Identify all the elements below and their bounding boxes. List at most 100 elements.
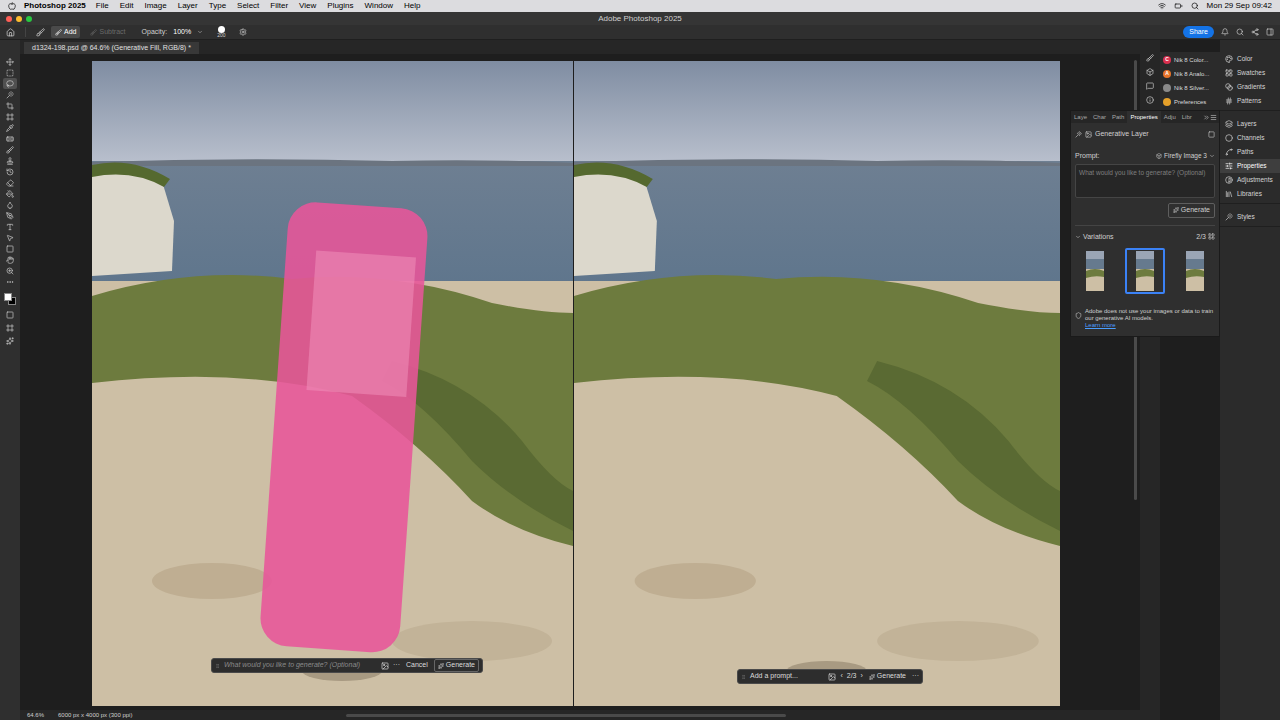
more-button[interactable]: ···	[912, 671, 919, 682]
dock-item[interactable]: Styles	[1220, 210, 1280, 224]
plugin-item[interactable]: CNik 8 Color...	[1160, 53, 1220, 67]
color-swatches[interactable]	[4, 293, 16, 305]
variation-thumbnail[interactable]	[1125, 248, 1165, 294]
panel-strip-icon[interactable]	[1146, 82, 1154, 90]
dock-item[interactable]: Color	[1220, 52, 1280, 66]
canvas-photo[interactable]	[574, 61, 1060, 706]
brush-size[interactable]: 200	[217, 26, 225, 38]
learn-more-link[interactable]: Learn more	[1085, 322, 1215, 329]
variation-thumbnail[interactable]	[1184, 248, 1206, 294]
menu-item[interactable]: Select	[237, 0, 259, 12]
menu-item[interactable]: View	[299, 0, 316, 12]
dock-item[interactable]: Adjustments	[1220, 173, 1280, 187]
dock-item[interactable]: Swatches	[1220, 66, 1280, 80]
horizontal-scrollbar[interactable]	[346, 714, 786, 717]
canvas-photo[interactable]	[92, 61, 573, 706]
tool-button[interactable]	[3, 89, 17, 100]
tool-button[interactable]	[3, 78, 17, 89]
grid-view-icon[interactable]	[1208, 233, 1215, 240]
layer-options-icon[interactable]	[1208, 131, 1215, 138]
panel-tab[interactable]: Char	[1090, 111, 1109, 123]
prompt-input[interactable]: Add a prompt...	[750, 671, 824, 682]
reference-image-icon[interactable]	[828, 673, 836, 681]
generate-button[interactable]: Generate	[867, 671, 908, 682]
zoom-button[interactable]	[26, 16, 32, 22]
home-icon[interactable]	[6, 28, 15, 37]
previous-variation[interactable]: ‹	[840, 671, 842, 682]
tool-button[interactable]	[3, 67, 17, 78]
generate-button[interactable]: Generate	[1168, 203, 1215, 218]
menu-item[interactable]: Window	[365, 0, 393, 12]
panel-menu-icon[interactable]	[1210, 114, 1217, 121]
share-icon[interactable]	[1251, 28, 1259, 36]
tool-button[interactable]	[3, 111, 17, 122]
dock-item[interactable]: Libraries	[1220, 187, 1280, 201]
tool-button[interactable]	[3, 166, 17, 177]
prompt-input[interactable]: What would you like to generate? (Option…	[224, 660, 377, 671]
variations-header[interactable]: Variations2/3	[1075, 232, 1215, 243]
generate-button[interactable]: Generate	[434, 659, 479, 672]
menu-item[interactable]: Help	[404, 0, 420, 12]
tool-button[interactable]	[3, 100, 17, 111]
tool-button[interactable]	[3, 210, 17, 221]
tool-button[interactable]	[3, 122, 17, 133]
grip-icon[interactable]	[741, 673, 746, 681]
cancel-button[interactable]: Cancel	[404, 660, 430, 671]
opacity-dropdown-icon[interactable]	[197, 29, 203, 35]
dock-item[interactable]: Patterns	[1220, 94, 1280, 108]
panel-strip-icon[interactable]	[1146, 54, 1154, 62]
mode-button[interactable]: Add	[51, 26, 80, 39]
tool-button[interactable]	[3, 199, 17, 210]
apple-icon[interactable]	[8, 2, 16, 10]
tool-button[interactable]	[3, 177, 17, 188]
brush-icon[interactable]	[36, 28, 45, 37]
more-button[interactable]: ···	[393, 660, 400, 671]
panel-tab[interactable]: Adju	[1161, 111, 1179, 123]
prompt-textarea[interactable]: What would you like to generate? (Option…	[1075, 164, 1215, 198]
plugin-item[interactable]: Preferences	[1160, 95, 1220, 109]
tool-button[interactable]	[3, 144, 17, 155]
menu-item[interactable]: Layer	[178, 0, 198, 12]
panel-strip-icon[interactable]	[1146, 96, 1154, 104]
opacity-value[interactable]: 100%	[173, 27, 191, 38]
next-variation[interactable]: ›	[860, 671, 862, 682]
menu-item[interactable]: Edit	[120, 0, 134, 12]
tool-button[interactable]	[3, 188, 17, 199]
share-button[interactable]: Share	[1183, 26, 1214, 39]
tool-button[interactable]	[3, 155, 17, 166]
panel-strip-icon[interactable]	[1146, 68, 1154, 76]
tool-button[interactable]	[3, 56, 17, 67]
variation-thumbnail[interactable]	[1084, 248, 1106, 294]
tool-button[interactable]	[3, 243, 17, 254]
tool-button[interactable]	[3, 265, 17, 276]
tool-button[interactable]	[3, 276, 17, 287]
dock-item[interactable]: Gradients	[1220, 80, 1280, 94]
bell-icon[interactable]	[1221, 28, 1229, 36]
dock-item[interactable]: Channels	[1220, 131, 1280, 145]
plugin-item[interactable]: ANik 8 Analo...	[1160, 67, 1220, 81]
workspace-icon[interactable]	[1266, 28, 1274, 36]
quick-mask-icon[interactable]	[6, 311, 14, 319]
document-info[interactable]: 6000 px x 4000 px (300 ppi)	[58, 711, 132, 720]
tool-button[interactable]	[3, 221, 17, 232]
mode-button[interactable]: Subtract	[86, 26, 129, 39]
dock-item[interactable]: Paths	[1220, 145, 1280, 159]
menu-item[interactable]: Plugins	[327, 0, 353, 12]
dock-item[interactable]: Properties	[1220, 159, 1280, 173]
reference-image-icon[interactable]	[381, 662, 389, 670]
tool-button[interactable]	[3, 254, 17, 265]
plugin-item[interactable]: Nik 8 Silver...	[1160, 81, 1220, 95]
spotlight-icon[interactable]	[1191, 2, 1199, 10]
panel-tab[interactable]: Libr	[1179, 111, 1195, 123]
menu-item[interactable]: Image	[144, 0, 166, 12]
screen-mode-icon[interactable]	[6, 324, 14, 332]
menu-clock[interactable]: Mon 29 Sep 09:42	[1207, 0, 1272, 12]
panel-tab[interactable]: Properties	[1127, 111, 1160, 123]
grip-icon[interactable]	[215, 662, 220, 670]
menu-item[interactable]: Type	[209, 0, 226, 12]
more-tabs-icon[interactable]	[1203, 114, 1210, 121]
menu-item[interactable]: Filter	[270, 0, 288, 12]
model-picker[interactable]: Firefly Image 3	[1156, 151, 1215, 161]
document-tab[interactable]: d1324-198.psd @ 64.6% (Generative Fill, …	[24, 42, 199, 54]
generative-icon[interactable]	[6, 337, 14, 345]
